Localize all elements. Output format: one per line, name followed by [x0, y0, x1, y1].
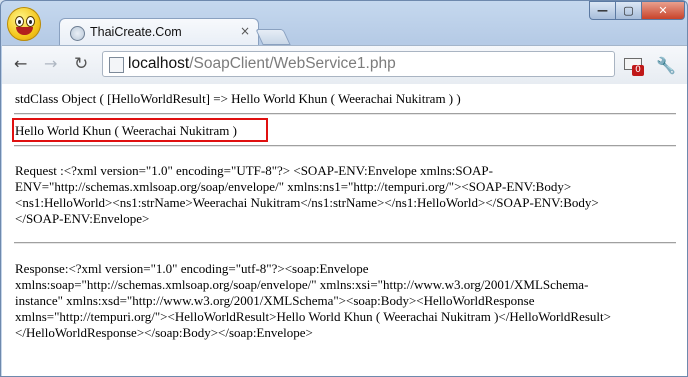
title-bar: ThaiCreate.Com × — ▢ ✕ [1, 1, 687, 47]
globe-icon [70, 26, 85, 41]
back-button[interactable]: ← [14, 55, 27, 73]
browser-toolbar: ← → ↻ localhost/SoapClient/WebService1.p… [2, 45, 687, 85]
new-tab-button[interactable] [255, 29, 291, 45]
address-bar[interactable]: localhost/SoapClient/WebService1.php [102, 51, 615, 77]
tab-title: ThaiCreate.Com [90, 25, 182, 39]
wrench-icon[interactable]: 🔧 [656, 56, 676, 75]
profile-avatar-icon[interactable] [7, 7, 41, 41]
hello-world-text: Hello World Khun ( Weerachai Nukitram ) [15, 123, 237, 138]
minimize-button[interactable]: — [589, 1, 616, 20]
request-line: ENV="http://schemas.xmlsoap.org/soap/env… [15, 179, 572, 194]
maximize-button[interactable]: ▢ [615, 1, 642, 20]
avatar-right-eye [26, 16, 35, 27]
response-line: Response:<?xml version="1.0" encoding="u… [15, 261, 369, 276]
url-text[interactable]: localhost/SoapClient/WebService1.php [128, 55, 396, 73]
extension-button[interactable]: 0 [624, 55, 646, 76]
divider [14, 113, 676, 115]
close-button[interactable]: ✕ [641, 1, 685, 20]
response-line: xmlns:soap="http://schemas.xmlsoap.org/s… [15, 277, 589, 292]
request-line: </SOAP-ENV:Envelope> [15, 211, 150, 226]
browser-tab[interactable]: ThaiCreate.Com × [59, 18, 259, 47]
page-content: stdClass Object ( [HelloWorldResult] => … [2, 84, 687, 376]
forward-button[interactable]: → [44, 55, 57, 73]
extension-badge: 0 [632, 65, 644, 76]
result-object-text: stdClass Object ( [HelloWorldResult] => … [15, 91, 461, 106]
reload-button[interactable]: ↻ [74, 55, 88, 73]
response-line: </HelloWorldResponse></soap:Body></soap:… [15, 325, 313, 340]
page-icon [109, 57, 124, 73]
response-line: xmlns="http://tempuri.org/"><HelloWorldR… [15, 309, 611, 324]
avatar-mouth [16, 27, 33, 35]
browser-window: ThaiCreate.Com × — ▢ ✕ ← → ↻ localhost/S… [0, 0, 688, 377]
request-line: <ns1:HelloWorld><ns1:strName>Weerachai N… [15, 195, 599, 210]
request-line: Request :<?xml version="1.0" encoding="U… [15, 163, 493, 178]
response-line: instance" xmlns:xsd="http://www.w3.org/2… [15, 293, 535, 308]
url-path: /SoapClient/WebService1.php [189, 55, 396, 72]
avatar-left-eye [15, 16, 24, 27]
divider [14, 145, 676, 147]
divider [14, 242, 676, 244]
tab-close-icon[interactable]: × [240, 24, 250, 38]
url-host: localhost [128, 55, 190, 72]
